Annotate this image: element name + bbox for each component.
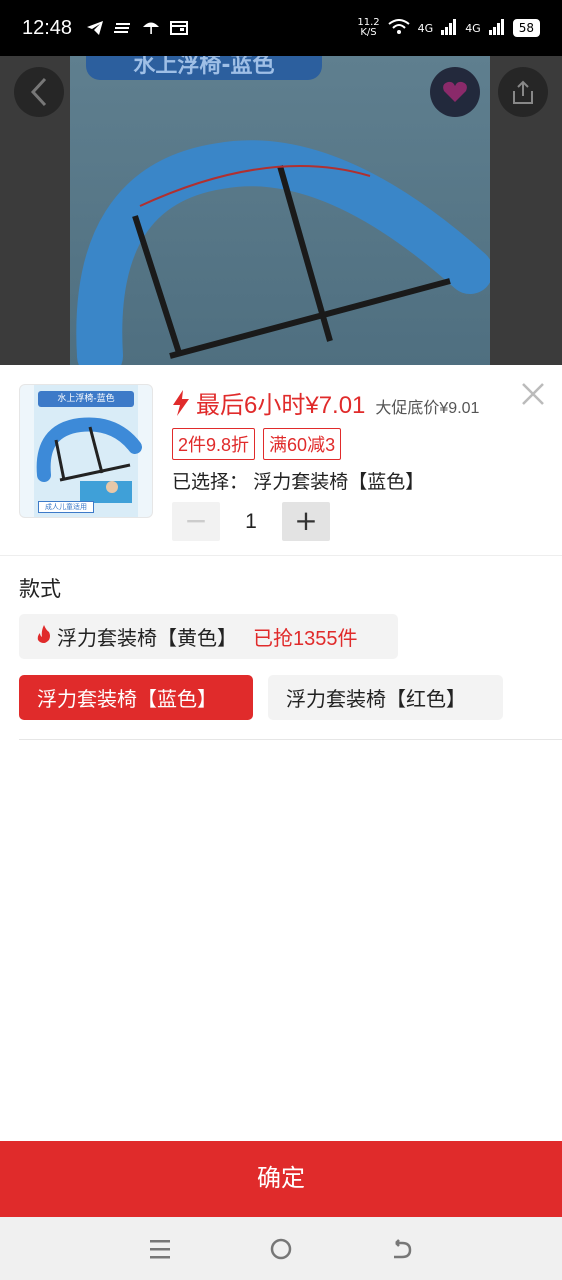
confirm-button[interactable]: 确定 bbox=[0, 1141, 562, 1217]
flash-price: 最后6小时¥7.01 bbox=[196, 392, 366, 419]
notification-icons bbox=[86, 20, 189, 36]
net-speed: 11.2 K/S bbox=[357, 18, 379, 38]
variant-option-red[interactable]: 浮力套装椅【红色】 bbox=[268, 675, 503, 720]
variant-option-yellow[interactable]: 浮力套装椅【黄色】 已抢1355件 bbox=[19, 614, 398, 659]
selected-label: 已选择： bbox=[172, 472, 249, 493]
status-bar: 12:48 11.2 K/S 4G 4G 58 bbox=[0, 0, 562, 56]
quantity-stepper: − 1 + bbox=[172, 502, 330, 541]
battery-indicator: 58 bbox=[512, 19, 540, 37]
thumbnail-title: 水上浮椅-蓝色 bbox=[38, 391, 134, 407]
close-button[interactable] bbox=[518, 381, 548, 411]
decrement-button[interactable]: − bbox=[172, 502, 220, 541]
net-speed-unit: K/S bbox=[360, 27, 377, 38]
thumbnail-label: 成人儿童适用 bbox=[38, 501, 94, 513]
variant-label: 浮力套装椅【红色】 bbox=[286, 689, 466, 711]
sku-sheet: 水上浮椅-蓝色 成人儿童适用 最后6小时¥7.01 大促底价¥9.01 2件9.… bbox=[0, 365, 562, 1141]
favorite-button[interactable] bbox=[430, 67, 480, 117]
wifi-icon bbox=[388, 18, 410, 38]
share-button[interactable] bbox=[498, 67, 548, 117]
wallet-icon bbox=[170, 20, 189, 36]
menu-icon[interactable] bbox=[145, 1234, 175, 1264]
favorite-icon bbox=[443, 81, 467, 102]
flash-icon bbox=[172, 389, 190, 416]
umbrella-icon bbox=[142, 20, 160, 36]
product-thumbnail[interactable]: 水上浮椅-蓝色 成人儿童适用 bbox=[19, 384, 153, 518]
reference-price: 大促底价¥9.01 bbox=[375, 400, 480, 417]
return-icon[interactable] bbox=[387, 1234, 417, 1264]
back-button[interactable] bbox=[14, 67, 64, 117]
variant-label: 浮力套装椅【蓝色】 bbox=[37, 689, 217, 711]
selected-value: 浮力套装椅【蓝色】 bbox=[253, 472, 425, 493]
quantity-value[interactable]: 1 bbox=[220, 510, 282, 534]
divider bbox=[19, 739, 562, 740]
promo-tags: 2件9.8折 满60减3 bbox=[172, 428, 342, 460]
price-row: 最后6小时¥7.01 大促底价¥9.01 bbox=[172, 385, 479, 420]
promo-tag-coupon: 满60减3 bbox=[263, 428, 342, 460]
share-icon bbox=[513, 80, 533, 104]
product-photo bbox=[70, 56, 493, 365]
signal-icon-1 bbox=[441, 18, 457, 38]
hero-banner: 水上浮椅-蓝色 bbox=[86, 56, 322, 80]
increment-button[interactable]: + bbox=[282, 502, 330, 541]
variant-label: 浮力套装椅【黄色】 bbox=[57, 628, 237, 650]
sold-count: 已抢1355件 bbox=[253, 628, 358, 650]
home-icon[interactable] bbox=[266, 1234, 296, 1264]
close-icon bbox=[522, 383, 544, 405]
product-image-overlay[interactable]: 水上浮椅-蓝色 bbox=[0, 56, 562, 365]
message-icon bbox=[114, 20, 132, 36]
system-nav-bar bbox=[0, 1217, 562, 1280]
selected-variant: 已选择： 浮力套装椅【蓝色】 bbox=[172, 467, 424, 494]
status-time: 12:48 bbox=[22, 16, 73, 39]
promo-tag-discount: 2件9.8折 bbox=[172, 428, 256, 460]
telegram-icon bbox=[86, 20, 104, 36]
status-right: 11.2 K/S 4G 4G 58 bbox=[357, 18, 540, 38]
style-section-title: 款式 bbox=[19, 578, 61, 601]
back-icon bbox=[30, 77, 47, 107]
network-label-2: 4G bbox=[465, 21, 481, 35]
variant-option-blue[interactable]: 浮力套装椅【蓝色】 bbox=[19, 675, 253, 720]
signal-icon-2 bbox=[488, 18, 505, 38]
fire-icon bbox=[37, 625, 51, 648]
network-label-1: 4G bbox=[417, 21, 434, 35]
divider bbox=[0, 555, 562, 556]
